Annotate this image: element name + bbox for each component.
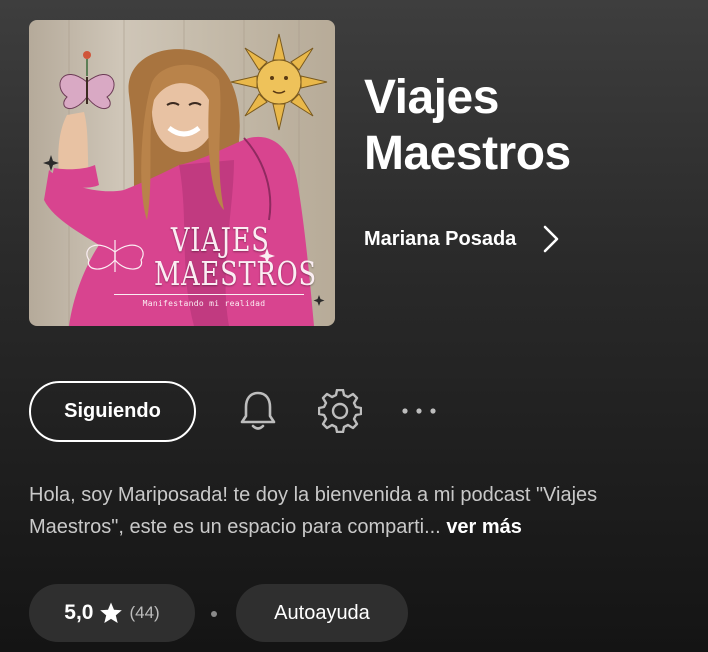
bell-icon — [240, 391, 276, 430]
follow-button[interactable]: Siguiendo — [29, 381, 196, 442]
cover-title-text: VIAJES MAESTROS — [154, 220, 317, 293]
rating-count: (44) — [129, 603, 160, 622]
chevron-right-icon — [543, 225, 559, 253]
cover-subtitle-text: Manifestando mi realidad — [142, 299, 266, 308]
author-name: Mariana Posada — [364, 227, 517, 250]
settings-button[interactable] — [317, 388, 363, 434]
rating-value: 5,0 — [64, 601, 94, 624]
podcast-cover-art: VIAJES MAESTROS Manifestando mi realidad — [29, 20, 335, 326]
more-options-button[interactable] — [396, 388, 442, 434]
cover-divider — [114, 294, 304, 295]
author-link[interactable]: Mariana Posada — [364, 222, 560, 256]
separator-dot — [211, 611, 217, 617]
podcast-description: Hola, soy Mariposada! te doy la bienveni… — [29, 479, 694, 543]
more-options-icon — [402, 408, 436, 414]
star-icon — [100, 602, 123, 623]
category-chip[interactable]: Autoayuda — [236, 584, 408, 642]
rating-chip[interactable]: 5,0 (44) — [29, 584, 195, 642]
podcast-page: VIAJES MAESTROS Manifestando mi realidad… — [0, 0, 708, 652]
see-more-link[interactable]: ver más — [446, 516, 522, 538]
gear-icon — [318, 389, 362, 433]
podcast-title: Viajes Maestros — [364, 71, 571, 180]
notifications-button[interactable] — [235, 388, 281, 434]
